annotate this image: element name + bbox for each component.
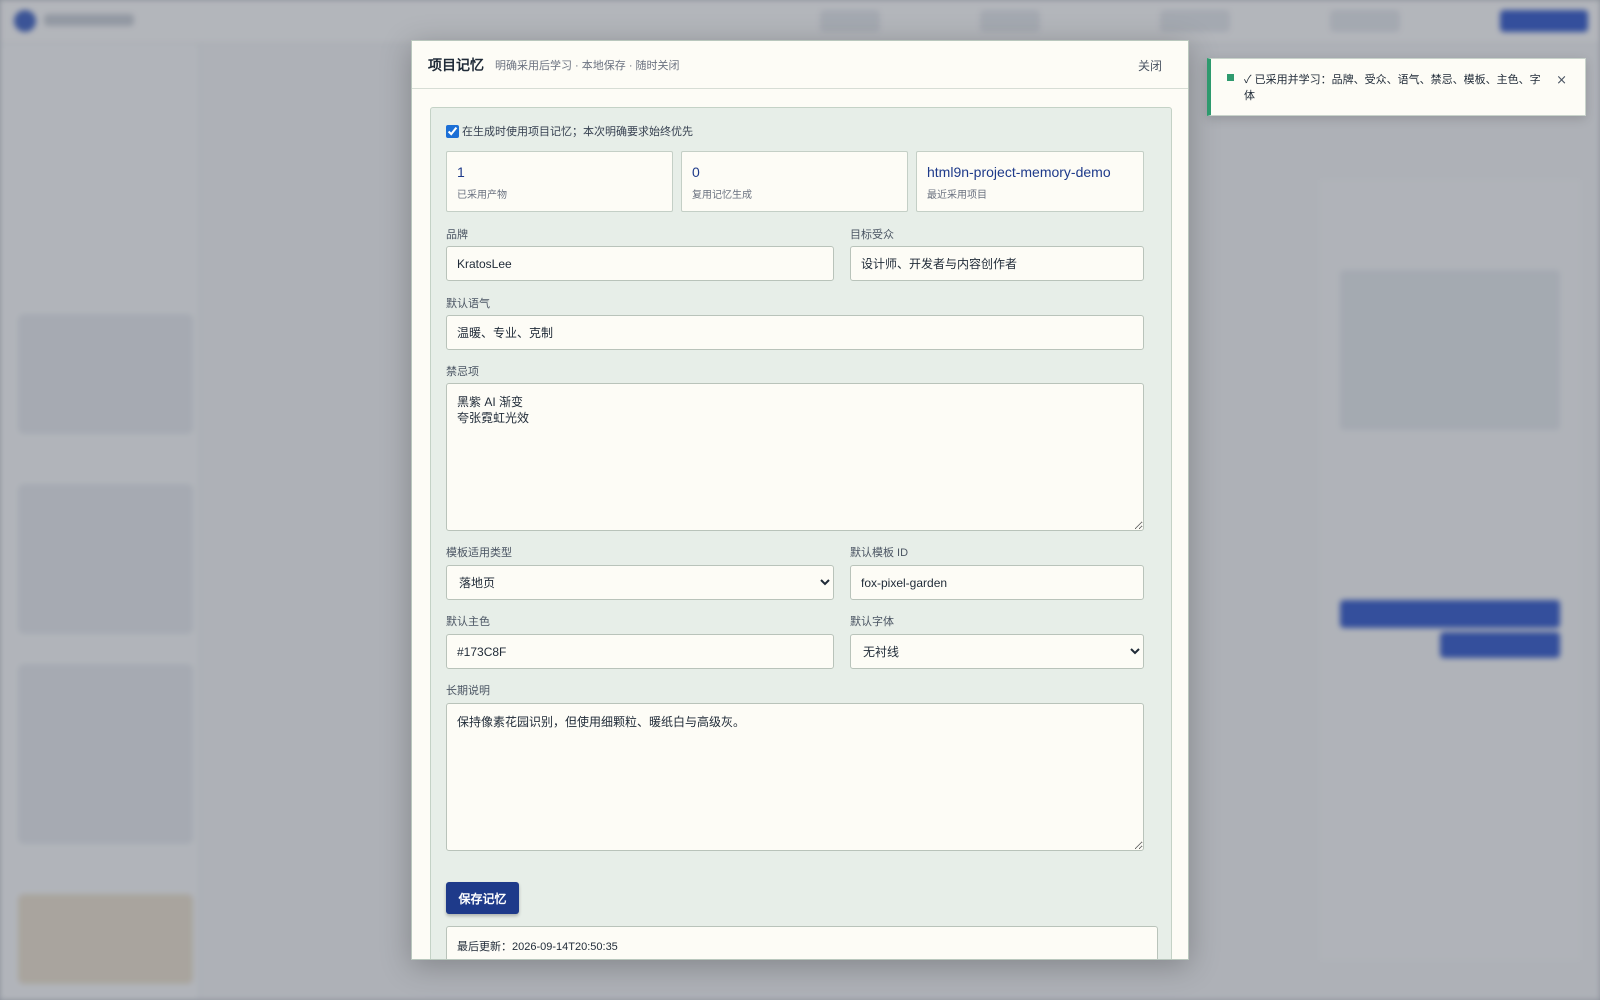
stat-adopted-artifacts: 1 已采用产物	[446, 151, 673, 212]
use-memory-label: 在生成时使用项目记忆；本次明确要求始终优先	[462, 126, 693, 138]
close-button[interactable]: 关闭	[1138, 57, 1162, 74]
last-updated: 最后更新：2026-09-14T20:50:35	[446, 926, 1158, 959]
audience-label: 目标受众	[850, 229, 894, 241]
brand-input[interactable]	[446, 246, 834, 281]
stat-value: html9n-project-memory-demo	[927, 164, 1111, 180]
modal-title: 项目记忆	[428, 56, 484, 73]
font-label: 默认字体	[850, 616, 894, 628]
template-type-select[interactable]: 落地页	[446, 565, 834, 600]
modal-header: 项目记忆 明确采用后学习 · 本地保存 · 随时关闭 关闭	[412, 41, 1188, 89]
stat-label: 最近采用项目	[927, 190, 987, 201]
save-memory-button[interactable]: 保存记忆	[446, 882, 519, 914]
taboos-textarea[interactable]: 黑紫 AI 渐变 夸张霓虹光效	[446, 383, 1144, 531]
toast-message: ✓ 已采用并学习：品牌、受众、语气、禁忌、模板、主色、字体	[1244, 74, 1541, 102]
template-id-label: 默认模板 ID	[850, 547, 909, 559]
stat-value: 1	[457, 164, 465, 180]
memory-form-panel: 在生成时使用项目记忆；本次明确要求始终优先 1 已采用产物 0 复用记忆生成 h…	[430, 107, 1172, 959]
project-memory-modal: 项目记忆 明确采用后学习 · 本地保存 · 随时关闭 关闭 在生成时使用项目记忆…	[411, 40, 1189, 960]
stat-recent-project: html9n-project-memory-demo 最近采用项目	[916, 151, 1144, 212]
template-id-input[interactable]	[850, 565, 1144, 600]
success-icon	[1227, 74, 1234, 81]
stat-label: 复用记忆生成	[692, 190, 752, 201]
font-select[interactable]: 无衬线	[850, 634, 1144, 669]
taboos-label: 禁忌项	[446, 366, 479, 378]
brand-label: 品牌	[446, 229, 468, 241]
template-type-label: 模板适用类型	[446, 547, 512, 559]
stat-value: 0	[692, 164, 700, 180]
notes-textarea[interactable]: 保持像素花园识别，但使用细颗粒、暖纸白与高级灰。	[446, 703, 1144, 851]
audience-input[interactable]	[850, 246, 1144, 281]
toast-close-icon[interactable]: ×	[1556, 73, 1567, 88]
stat-reused-generations: 0 复用记忆生成	[681, 151, 908, 212]
use-memory-toggle[interactable]: 在生成时使用项目记忆；本次明确要求始终优先	[446, 123, 693, 139]
modal-subtitle: 明确采用后学习 · 本地保存 · 随时关闭	[495, 59, 680, 72]
tone-label: 默认语气	[446, 298, 490, 310]
primary-color-label: 默认主色	[446, 616, 490, 628]
stat-label: 已采用产物	[457, 190, 507, 201]
primary-color-input[interactable]	[446, 634, 834, 669]
notes-label: 长期说明	[446, 685, 490, 697]
use-memory-checkbox[interactable]	[446, 124, 459, 138]
success-toast: ✓ 已采用并学习：品牌、受众、语气、禁忌、模板、主色、字体 ×	[1207, 58, 1586, 116]
tone-input[interactable]	[446, 315, 1144, 350]
